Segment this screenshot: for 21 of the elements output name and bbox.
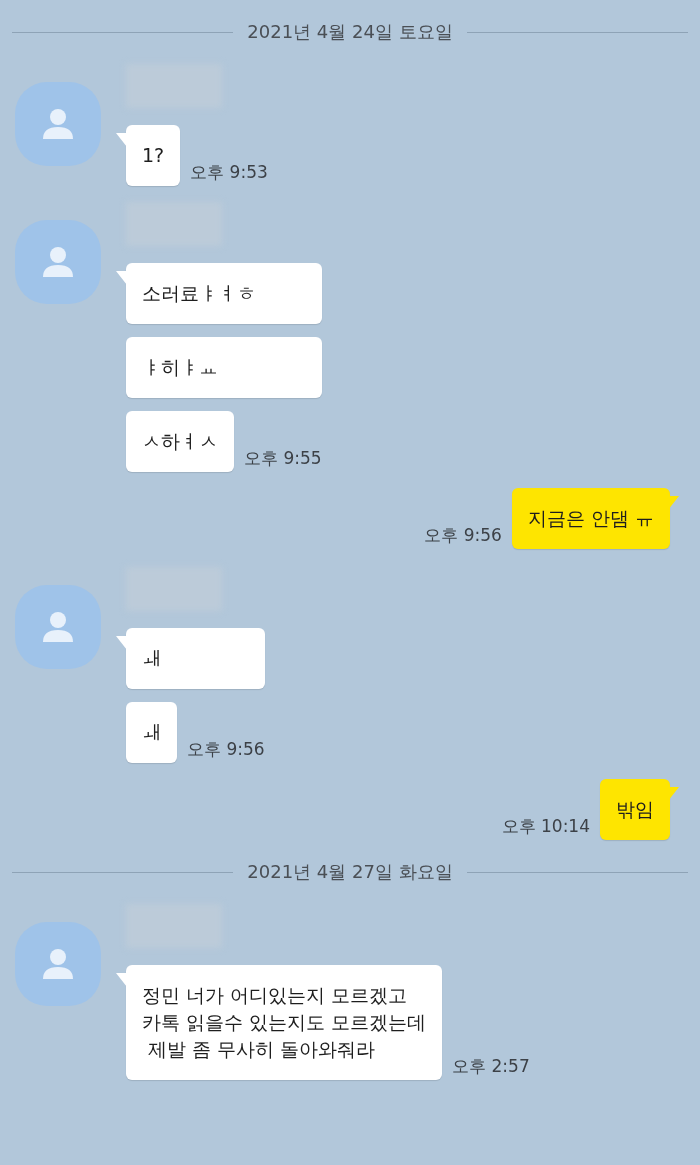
date-divider-label: 2021년 4월 27일 화요일 (247, 860, 453, 884)
message-time: 오후 9:55 (244, 447, 322, 470)
date-divider-label: 2021년 4월 24일 토요일 (247, 20, 453, 44)
message-bubble: ㅅ하ㅕㅅ (126, 411, 234, 472)
message-bubble: ㅙ (126, 702, 177, 763)
bubble-tail (116, 133, 127, 147)
avatar-icon[interactable] (15, 220, 101, 304)
message-time: 오후 10:14 (501, 815, 590, 838)
message-time: 오후 9:56 (187, 738, 265, 761)
bubble-tail (668, 496, 679, 510)
message-bubble: ㅑ히ㅑㅛ (126, 337, 322, 398)
message-time: 오후 2:57 (452, 1055, 530, 1078)
avatar-icon[interactable] (15, 922, 101, 1006)
bubble-tail (116, 636, 127, 650)
message-time: 오후 9:56 (424, 524, 502, 547)
message-time: 오후 9:53 (190, 161, 268, 184)
bubble-tail (116, 271, 127, 285)
avatar-icon[interactable] (15, 585, 101, 669)
bubble-tail (116, 973, 127, 987)
avatar-icon[interactable] (15, 82, 101, 166)
bubble-tail (668, 787, 679, 801)
